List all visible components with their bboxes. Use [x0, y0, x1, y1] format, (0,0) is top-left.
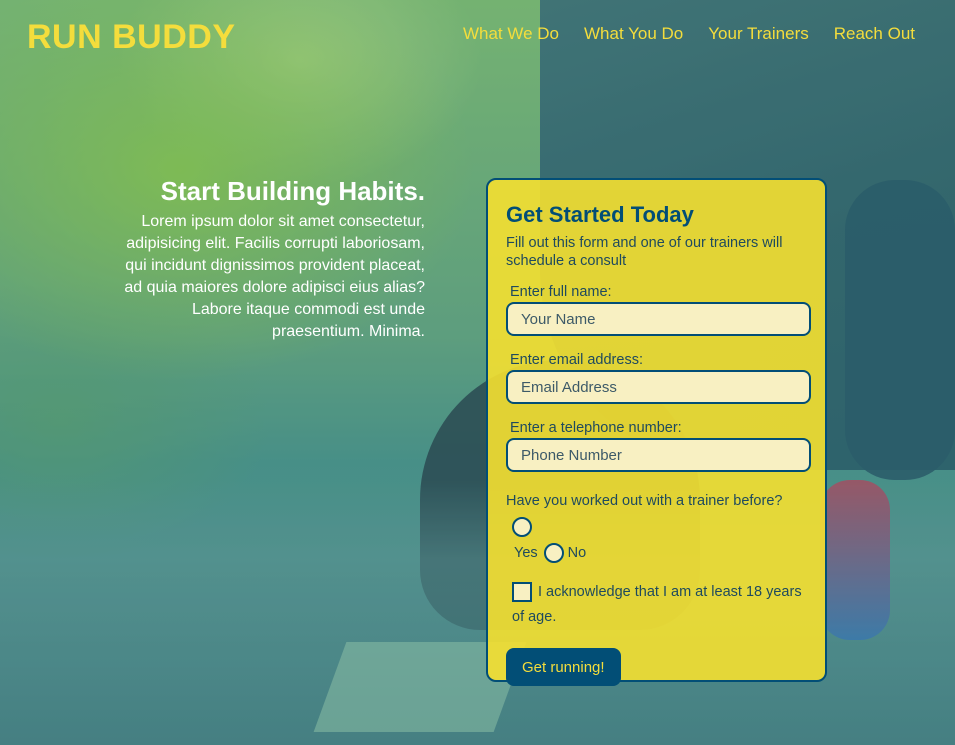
age-checkbox[interactable] — [512, 582, 532, 603]
main-nav: What We Do What You Do Your Trainers Rea… — [463, 24, 915, 44]
submit-button[interactable]: Get running! — [506, 648, 621, 686]
signup-form: Get Started Today Fill out this form and… — [486, 178, 827, 686]
trainer-question-label: Have you worked out with a trainer befor… — [506, 493, 783, 509]
hero-intro: Start Building Habits. Lorem ipsum dolor… — [120, 176, 425, 343]
email-input[interactable] — [506, 370, 811, 404]
hero-title: Start Building Habits. — [160, 176, 425, 206]
nav-what-we-do[interactable]: What We Do — [463, 24, 559, 44]
nav-what-you-do[interactable]: What You Do — [584, 24, 683, 44]
form-title: Get Started Today — [506, 202, 694, 227]
age-acknowledgement-label: I acknowledge that I am at least 18 year… — [512, 584, 802, 625]
email-label: Enter email address: — [510, 352, 643, 368]
age-acknowledgement: I acknowledge that I am at least 18 year… — [506, 580, 807, 630]
nav-your-trainers[interactable]: Your Trainers — [708, 24, 808, 44]
site-logo[interactable]: RUN BUDDY — [27, 18, 236, 57]
no-radio[interactable] — [543, 543, 564, 564]
trainer-question: Have you worked out with a trainer befor… — [506, 488, 807, 566]
hero-body: Lorem ipsum dolor sit amet consectetur, … — [124, 213, 425, 340]
name-input[interactable] — [506, 302, 811, 336]
site-header: RUN BUDDY What We Do What You Do Your Tr… — [0, 0, 955, 80]
no-label: No — [567, 545, 587, 561]
yes-radio[interactable] — [512, 517, 532, 538]
yes-label: Yes — [514, 545, 538, 561]
name-label: Enter full name: — [510, 284, 612, 300]
phone-label: Enter a telephone number: — [510, 420, 682, 436]
phone-input[interactable] — [506, 438, 811, 472]
form-subtitle: Fill out this form and one of our traine… — [506, 235, 783, 269]
nav-reach-out[interactable]: Reach Out — [834, 24, 915, 44]
